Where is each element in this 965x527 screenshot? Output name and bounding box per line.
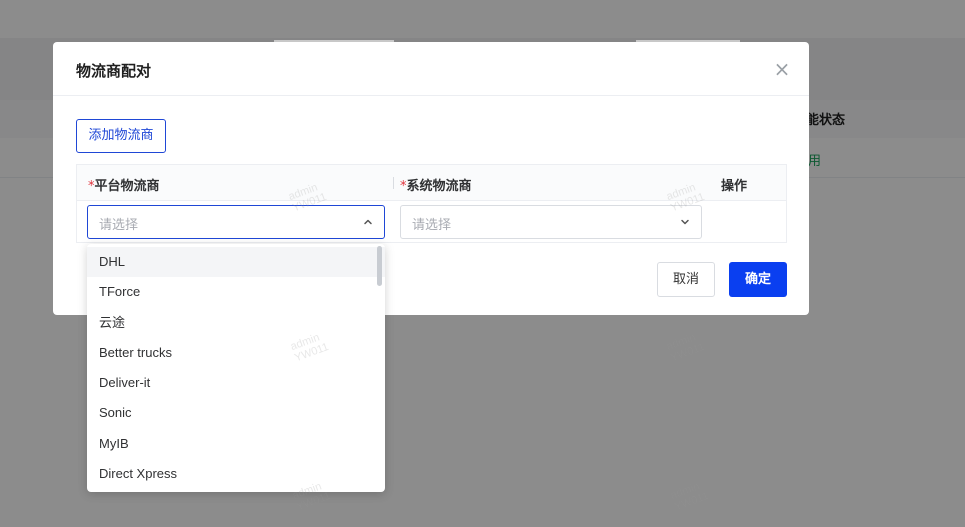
column-separator: [393, 177, 394, 189]
column-header-label: 系统物流商: [406, 179, 472, 194]
column-header-label: 平台物流商: [94, 179, 160, 194]
dropdown-option[interactable]: Sonic: [87, 398, 385, 428]
add-logistics-button[interactable]: 添加物流商: [76, 119, 166, 153]
dropdown-option[interactable]: DHL: [87, 247, 385, 277]
column-header-platform: *平台物流商: [88, 175, 160, 194]
chevron-up-icon: [364, 219, 372, 225]
platform-logistics-dropdown: DHL TForce 云途 Better trucks Deliver-it S…: [87, 244, 385, 492]
column-header-system: *系统物流商: [400, 175, 472, 194]
dropdown-option[interactable]: TForce: [87, 277, 385, 307]
column-header-action: 操作: [721, 179, 748, 194]
system-logistics-select[interactable]: 请选择: [400, 205, 702, 239]
confirm-button[interactable]: 确定: [729, 262, 787, 297]
dropdown-option[interactable]: 云途: [87, 308, 385, 338]
cancel-button[interactable]: 取消: [657, 262, 715, 297]
chevron-down-icon: [681, 219, 689, 225]
select-placeholder: 请选择: [99, 218, 139, 233]
dialog-title: 物流商配对: [76, 62, 152, 80]
dropdown-option[interactable]: Better trucks: [87, 338, 385, 368]
dropdown-option[interactable]: Deliver-it: [87, 368, 385, 398]
dropdown-scrollbar[interactable]: [377, 246, 382, 286]
close-icon[interactable]: ×: [771, 57, 793, 81]
dialog-divider: [53, 95, 809, 96]
platform-logistics-select[interactable]: 请选择: [87, 205, 385, 239]
dropdown-option[interactable]: MyIB: [87, 429, 385, 459]
dropdown-option[interactable]: Direct Xpress: [87, 459, 385, 489]
select-placeholder: 请选择: [412, 218, 452, 233]
